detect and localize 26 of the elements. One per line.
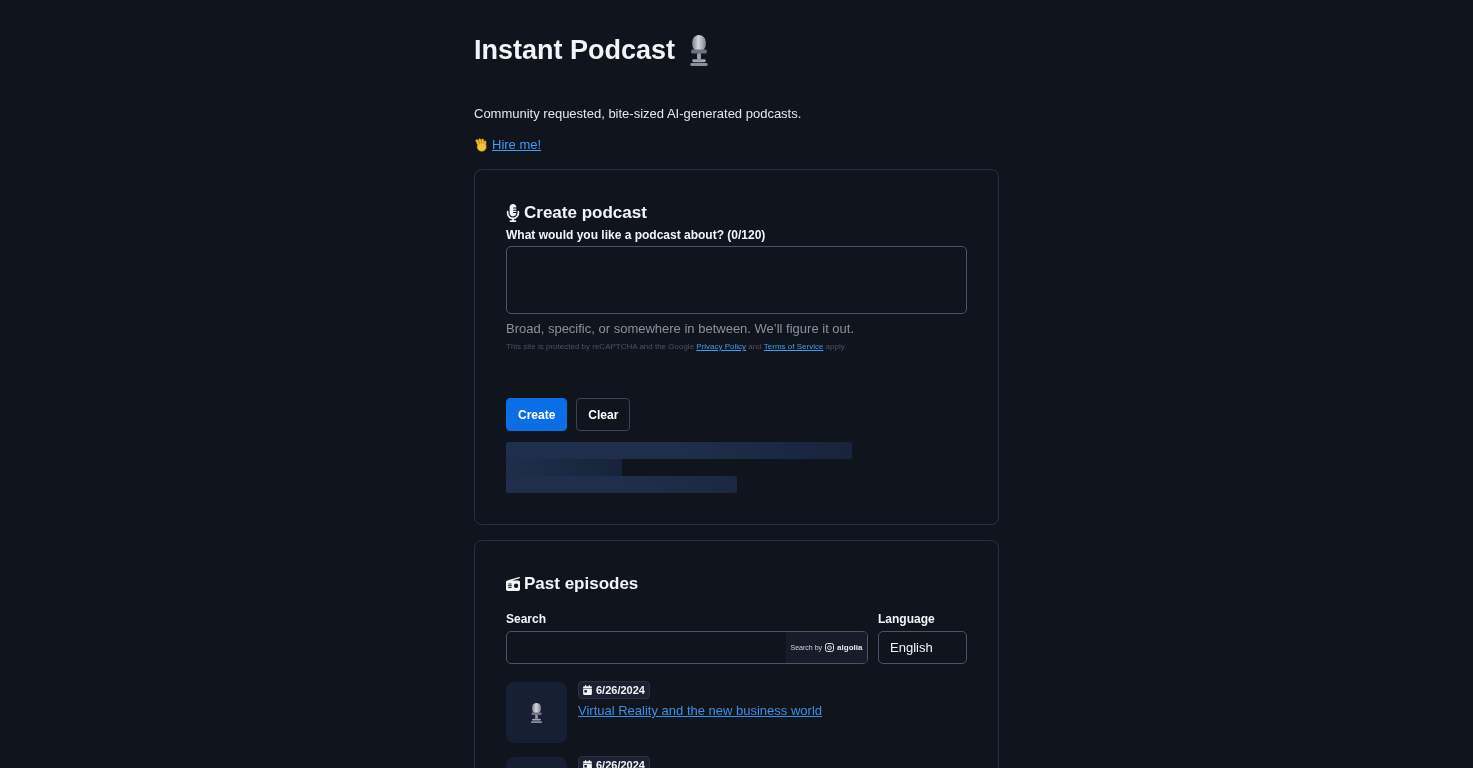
terms-of-service-link[interactable]: Terms of Service — [763, 342, 824, 351]
topic-input[interactable] — [506, 246, 967, 314]
episode-thumbnail[interactable] — [506, 682, 567, 743]
radio-icon — [506, 577, 520, 591]
clear-button[interactable]: Clear — [576, 398, 631, 431]
calendar-icon — [583, 760, 592, 768]
hint-text: Broad, specific, or somewhere in between. We’ll figure it out. — [506, 320, 856, 338]
microphone-icon — [529, 700, 544, 725]
field-label: What would you like a podcast about? (0/120) — [506, 227, 767, 243]
card-heading: Create podcast — [524, 202, 647, 224]
field-label: Language — [878, 611, 936, 627]
card-heading: Past episodes — [524, 573, 639, 595]
privacy-policy-link[interactable]: Privacy Policy — [696, 342, 747, 351]
page-title: Instant Podcast — [474, 34, 676, 67]
tagline: Community requested, bite-sized AI-generated podcasts. — [474, 105, 803, 123]
field-label: Search — [506, 611, 548, 627]
waving-hand-icon — [474, 138, 488, 152]
algolia-wordmark: algolia — [837, 642, 863, 653]
hire-me-link[interactable]: Hire me! — [492, 135, 542, 155]
calendar-icon — [583, 685, 592, 695]
algolia-logo-icon — [825, 643, 835, 652]
episode-date: 6/26/2024 — [596, 683, 645, 697]
episode-link[interactable]: Virtual Reality and the new business world — [578, 702, 822, 720]
language-select[interactable]: English — [878, 631, 967, 664]
microphone-icon — [506, 204, 520, 222]
create-button[interactable]: Create — [506, 398, 568, 431]
